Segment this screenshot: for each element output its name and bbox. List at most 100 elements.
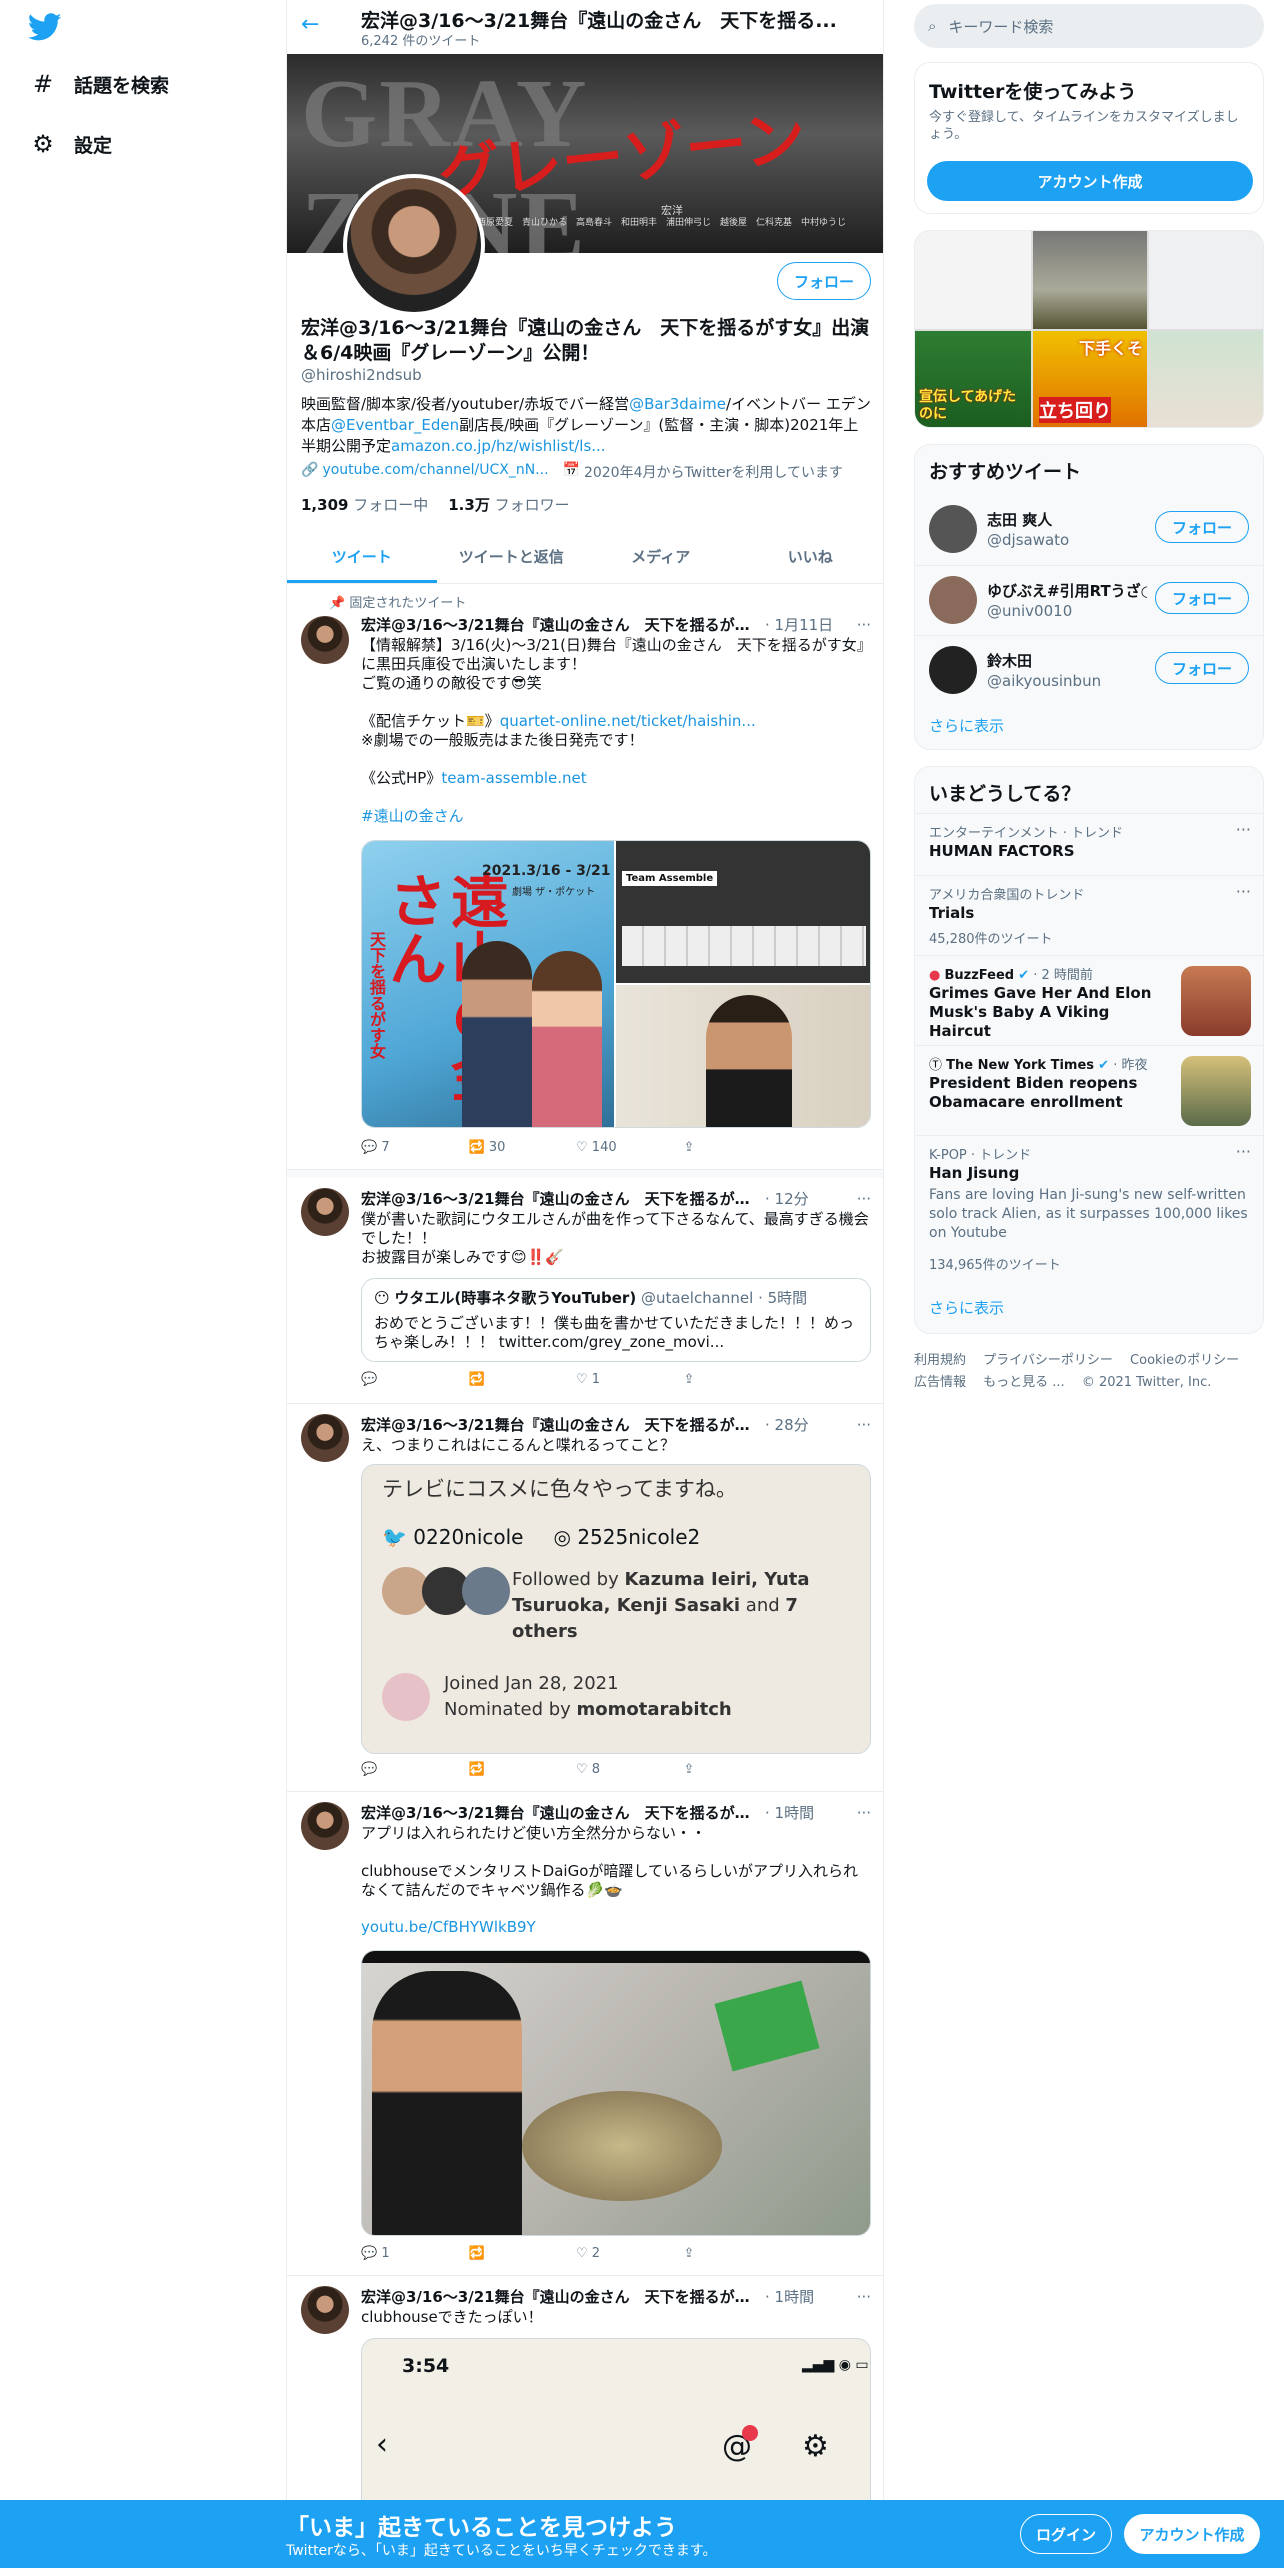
tweet-date[interactable]: · 28分 bbox=[765, 1414, 809, 1435]
tweet-media-poster[interactable]: 遠山の金さん 天下を揺るがす女 2021.3/16 - 3/21 劇場 ザ・ポケ… bbox=[361, 840, 871, 1128]
like-button[interactable]: ♡ 2 bbox=[576, 2246, 684, 2261]
show-more-link[interactable]: さらに表示 bbox=[929, 715, 1004, 736]
login-button[interactable]: ログイン bbox=[1020, 2514, 1112, 2554]
bio-link-eden[interactable]: @Eventbar_Eden bbox=[331, 416, 459, 434]
tweet-author[interactable]: 宏洋@3/16〜3/21舞台『遠山の金さん 天下を揺るがす女... bbox=[361, 614, 761, 635]
tweet-author[interactable]: 宏洋@3/16〜3/21舞台『遠山の金さん 天下を揺るがす女』... bbox=[361, 2286, 761, 2307]
more-icon[interactable]: ··· bbox=[857, 1190, 871, 1208]
tweet-pinned[interactable]: 📌 固定されたツイート 宏洋@3/16〜3/21舞台『遠山の金さん 天下を揺るが… bbox=[287, 584, 883, 1170]
share-icon[interactable]: ⇪ bbox=[684, 1140, 792, 1155]
trend-item[interactable]: エンターテインメント · トレンド HUMAN FACTORS ··· bbox=[915, 813, 1263, 875]
tweet-author[interactable]: 宏洋@3/16〜3/21舞台『遠山の金さん 天下を揺るがす女』... bbox=[361, 1188, 761, 1209]
footer-ads[interactable]: 広告情報 bbox=[914, 1375, 966, 1390]
footer-privacy[interactable]: プライバシーポリシー bbox=[983, 1353, 1113, 1368]
more-icon[interactable]: ··· bbox=[857, 1804, 871, 1822]
media-thumb[interactable] bbox=[1149, 331, 1263, 427]
like-button[interactable]: ♡ 8 bbox=[576, 1762, 684, 1777]
tweet-date[interactable]: · 1時間 bbox=[765, 1802, 814, 1823]
media-thumb[interactable] bbox=[1033, 231, 1147, 329]
search-box[interactable]: ⌕ キーワード検索 bbox=[914, 4, 1264, 48]
footer-cookie[interactable]: Cookieのポリシー bbox=[1130, 1353, 1239, 1368]
tweet-link-hp[interactable]: team-assemble.net bbox=[441, 769, 586, 787]
tab-media[interactable]: メディア bbox=[586, 530, 736, 583]
follow-suggestion[interactable]: ゆびぶえ#引用RTうざ○ @univ0010 フォロー bbox=[915, 565, 1263, 635]
tweet-date[interactable]: · 1時間 bbox=[765, 2286, 814, 2307]
like-button[interactable]: ♡ 140 bbox=[576, 1140, 684, 1155]
retweet-button[interactable]: 🔁 30 bbox=[469, 1140, 577, 1155]
signup-button[interactable]: アカウント作成 bbox=[1124, 2514, 1260, 2554]
tab-likes[interactable]: いいね bbox=[736, 530, 884, 583]
more-icon[interactable]: ··· bbox=[1236, 1142, 1251, 1161]
profile-url[interactable]: youtube.com/channel/UCX_nN... bbox=[322, 462, 548, 482]
tweet-author[interactable]: 宏洋@3/16〜3/21舞台『遠山の金さん 天下を揺るがす女』... bbox=[361, 1414, 761, 1435]
bio-link-bar[interactable]: @Bar3daime bbox=[629, 395, 726, 413]
more-icon[interactable]: ··· bbox=[1236, 820, 1251, 839]
follow-suggestion[interactable]: 志田 爽人 @djsawato フォロー bbox=[915, 495, 1263, 565]
follow-button[interactable]: フォロー bbox=[1155, 582, 1249, 614]
trend-description: Fans are loving Han Ji-sung's new self-w… bbox=[929, 1187, 1248, 1241]
back-arrow-icon[interactable]: ← bbox=[301, 12, 319, 37]
retweet-button[interactable]: 🔁 bbox=[469, 1372, 577, 1387]
tweet-author[interactable]: 宏洋@3/16〜3/21舞台『遠山の金さん 天下を揺るがす女』... bbox=[361, 1802, 761, 1823]
footer-terms[interactable]: 利用規約 bbox=[914, 1353, 966, 1368]
share-icon[interactable]: ⇪ bbox=[684, 1372, 792, 1387]
tweet-date[interactable]: · 1月11日 bbox=[765, 614, 833, 635]
follow-suggestion[interactable]: 鈴木田 @aikyousinbun フォロー bbox=[915, 635, 1263, 705]
tweet[interactable]: 宏洋@3/16〜3/21舞台『遠山の金さん 天下を揺るがす女』... · 12分… bbox=[287, 1178, 883, 1404]
like-button[interactable]: ♡ 1 bbox=[576, 1372, 684, 1387]
media-thumb[interactable] bbox=[915, 231, 1031, 329]
share-icon[interactable]: ⇪ bbox=[684, 2246, 792, 2261]
reply-button[interactable]: 💬 bbox=[361, 1762, 469, 1777]
media-thumb[interactable]: 下手くそ 立ち回り bbox=[1033, 331, 1147, 427]
followers-link[interactable]: 1.3万 フォロワー bbox=[448, 494, 569, 515]
share-icon[interactable]: ⇪ bbox=[684, 1762, 792, 1777]
nav-settings[interactable]: ⚙ 設定 bbox=[28, 124, 112, 164]
nav-explore[interactable]: # 話題を検索 bbox=[28, 64, 169, 104]
tweet[interactable]: 宏洋@3/16〜3/21舞台『遠山の金さん 天下を揺るがす女』... · 28分… bbox=[287, 1404, 883, 1792]
tweet-avatar[interactable] bbox=[301, 1414, 349, 1462]
signup-button[interactable]: アカウント作成 bbox=[927, 161, 1253, 201]
tweet-link-youtube[interactable]: youtu.be/CfBHYWlkB9Y bbox=[361, 1918, 871, 1937]
follow-button[interactable]: フォロー bbox=[1155, 652, 1249, 684]
tweet[interactable]: 宏洋@3/16〜3/21舞台『遠山の金さん 天下を揺るがす女』... · 1時間… bbox=[287, 2276, 883, 2500]
more-icon[interactable]: ··· bbox=[1236, 882, 1251, 901]
follow-button[interactable]: フォロー bbox=[1155, 511, 1249, 543]
trend-item[interactable]: K-POP · トレンド Han Jisung Fans are loving … bbox=[915, 1135, 1263, 1281]
more-icon[interactable]: ··· bbox=[857, 1416, 871, 1434]
reply-button[interactable]: 💬 1 bbox=[361, 2246, 469, 2261]
bio-link-wishlist[interactable]: amazon.co.jp/hz/wishlist/ls... bbox=[391, 437, 606, 455]
tab-tweets-replies[interactable]: ツイートと返信 bbox=[437, 530, 587, 583]
tweet-link-ticket[interactable]: quartet-online.net/ticket/haishin... bbox=[500, 712, 756, 730]
tweet-avatar[interactable] bbox=[301, 616, 349, 664]
media-thumb[interactable]: 宣伝してあげたのに bbox=[915, 331, 1031, 427]
media-thumb[interactable] bbox=[1149, 231, 1263, 329]
retweet-button[interactable]: 🔁 bbox=[469, 1762, 577, 1777]
quote-tweet[interactable]: 😶 ウタエル(時事ネタ歌うYouTuber) @utaelchannel · 5… bbox=[361, 1278, 871, 1362]
twitter-logo-icon[interactable] bbox=[27, 10, 68, 50]
follow-button[interactable]: フォロー bbox=[777, 262, 871, 300]
tweet-avatar[interactable] bbox=[301, 1802, 349, 1850]
reply-button[interactable]: 💬 bbox=[361, 1372, 469, 1387]
show-more-link[interactable]: さらに表示 bbox=[929, 1297, 1004, 1318]
tweet[interactable]: 宏洋@3/16〜3/21舞台『遠山の金さん 天下を揺るがす女』... · 1時間… bbox=[287, 1792, 883, 2276]
trend-item[interactable]: アメリカ合衆国のトレンド Trials 45,280件のツイート ··· bbox=[915, 875, 1263, 955]
tweet-media-screenshot[interactable]: テレビにコスメに色々やってますね。 🐦 0220nicole ◎ 2525nic… bbox=[361, 1464, 871, 1754]
retweet-button[interactable]: 🔁 bbox=[469, 2246, 577, 2261]
more-icon[interactable]: ··· bbox=[857, 2288, 871, 2306]
tab-tweets[interactable]: ツイート bbox=[287, 530, 437, 583]
tweet-media-video[interactable] bbox=[361, 1950, 871, 2236]
news-item[interactable]: Ⓣ The New York Times ✔ · 昨夜 President Bi… bbox=[915, 1045, 1263, 1135]
footer-more[interactable]: もっと見る ... bbox=[983, 1375, 1065, 1390]
tweet-date[interactable]: · 12分 bbox=[765, 1188, 809, 1209]
news-item[interactable]: ● BuzzFeed ✔ · 2 時間前 Grimes Gave Her And… bbox=[915, 955, 1263, 1045]
user-handle: @aikyousinbun bbox=[987, 672, 1102, 690]
tweet-hashtag[interactable]: #遠山の金さん bbox=[361, 807, 464, 825]
reply-button[interactable]: 💬 7 bbox=[361, 1140, 469, 1155]
tweet-media-phone[interactable]: 3:54 ▂▄▆ ◉ ▭ ‹ @ ⚙ bbox=[361, 2338, 871, 2500]
following-link[interactable]: 1,309 フォロー中 bbox=[301, 494, 428, 515]
pinned-label: 固定されたツイート bbox=[349, 596, 467, 611]
more-icon[interactable]: ··· bbox=[857, 616, 871, 634]
tweet-avatar[interactable] bbox=[301, 2286, 349, 2334]
profile-avatar[interactable] bbox=[343, 174, 485, 316]
tweet-avatar[interactable] bbox=[301, 1188, 349, 1236]
